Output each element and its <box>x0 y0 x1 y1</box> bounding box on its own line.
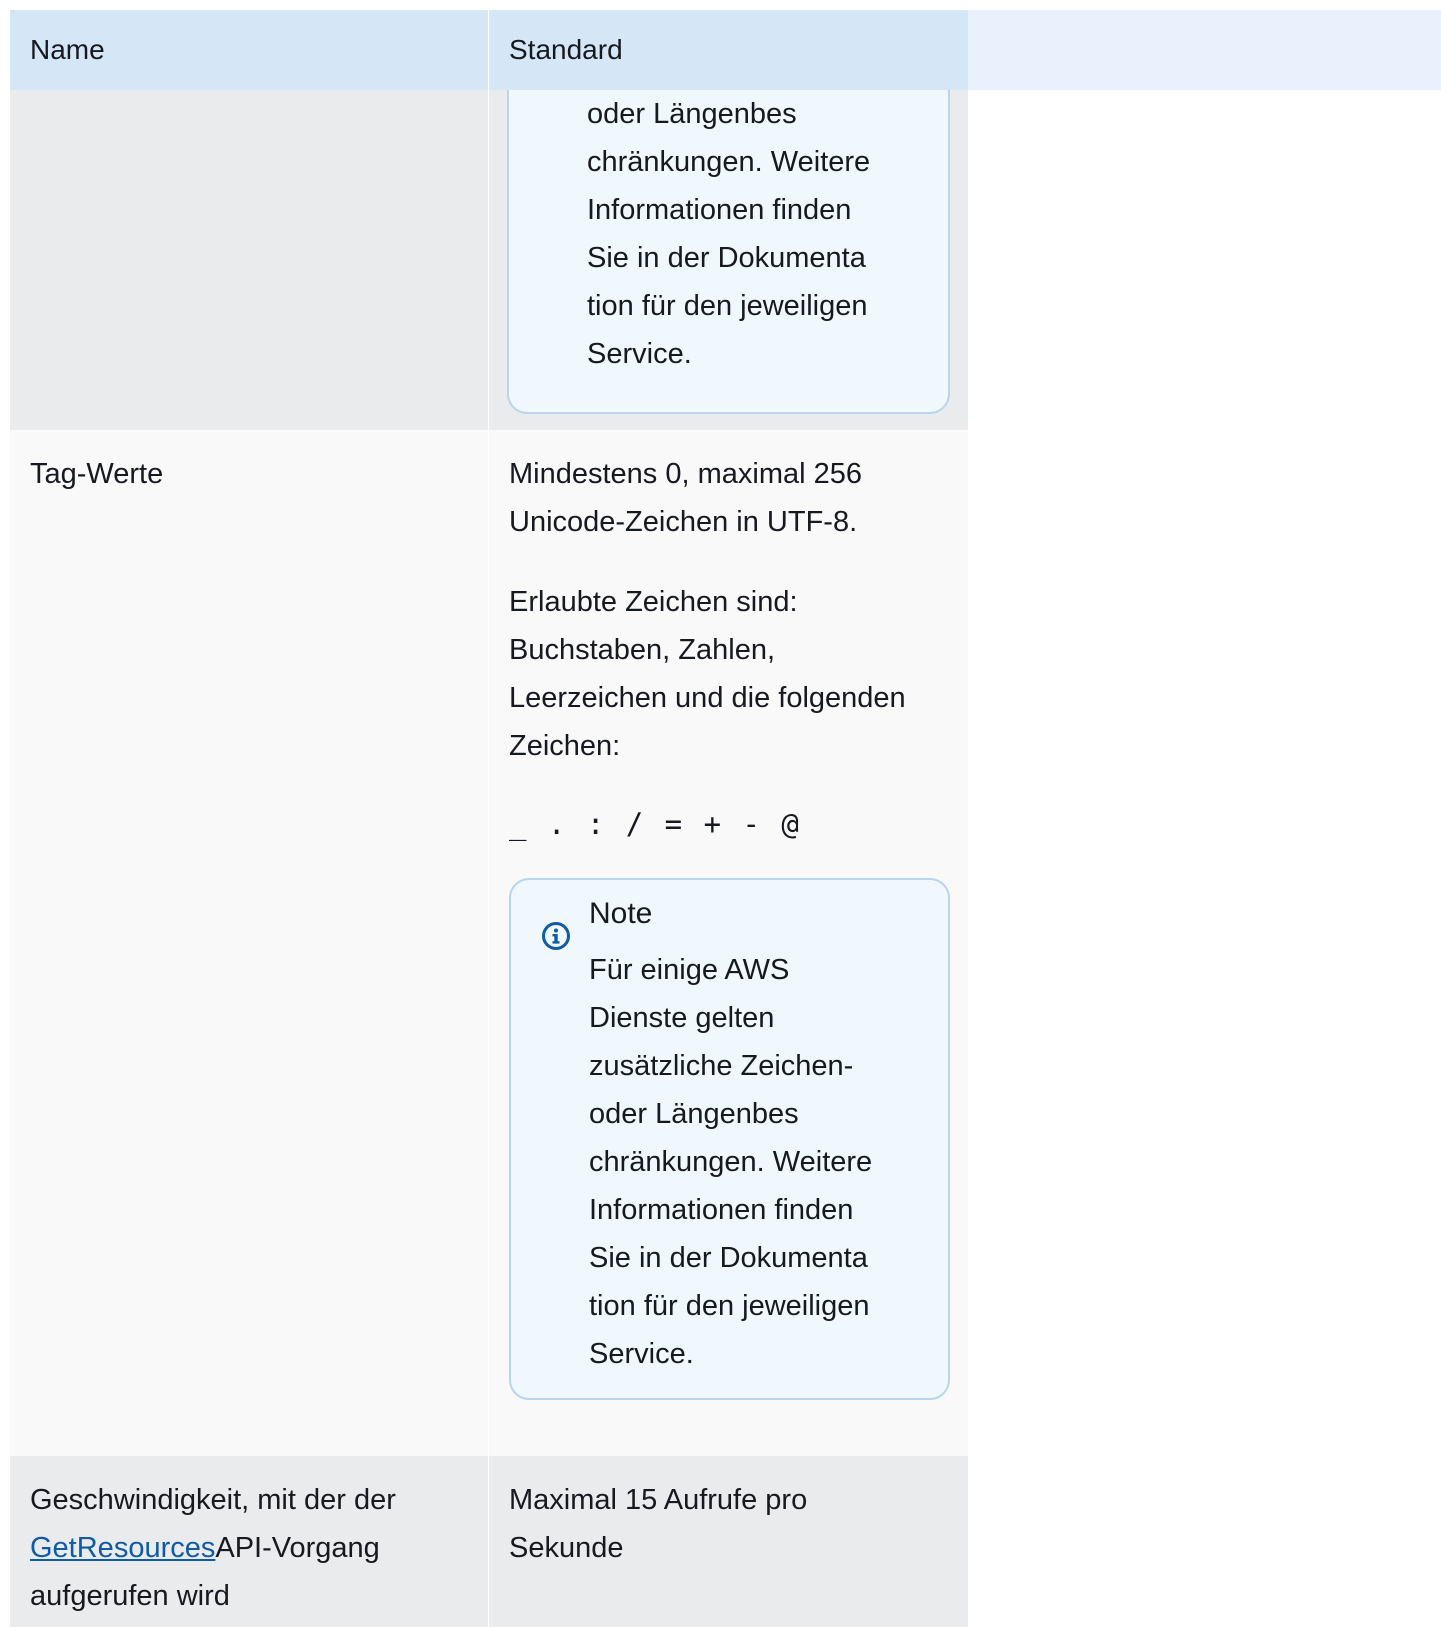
note-text-line: zusätzliche Zeichen- <box>589 1050 854 1082</box>
table-row: Geschwindigkeit, mit der der GetResource… <box>10 1456 1441 1627</box>
table-header: Name Standard <box>10 10 1441 90</box>
table-cell-standard: Maximal 15 Aufrufe pro Sekunde <box>489 1456 968 1627</box>
note-text-line: Sie in der Dokumenta <box>589 1242 868 1274</box>
text-line: Erlaubte Zeichen sind: <box>509 586 798 618</box>
note-text-line: tion für den jeweiligen <box>587 290 868 322</box>
table-cell-standard: oder Längenbes chränkungen. Weitere Info… <box>489 90 968 430</box>
table-cell-name: Geschwindigkeit, mit der der GetResource… <box>10 1456 489 1627</box>
length-description: Mindestens 0, maximal 256 Unicode-Zeiche… <box>509 450 950 546</box>
allowed-characters-code: _ . : / = + - @ <box>509 807 801 841</box>
getresources-link[interactable]: GetResources <box>30 1532 215 1564</box>
note-text-line: oder Längenbes <box>587 98 797 130</box>
table-cell-standard: Mindestens 0, maximal 256 Unicode-Zeiche… <box>489 430 968 1456</box>
header-filler <box>968 10 1441 90</box>
note-text-line: Dienste gelten <box>589 1002 775 1034</box>
page: Name Standard oder Längenbes chränkungen… <box>0 0 1441 1627</box>
table-row: Tag-Werte Mindestens 0, maximal 256 Unic… <box>10 430 1441 1456</box>
text-line: Maximal 15 Aufrufe pro <box>509 1484 808 1516</box>
note-text-line: tion für den jeweiligen <box>589 1290 870 1322</box>
note-text-line: Für einige AWS <box>589 954 790 986</box>
note-text-line: Informationen finden <box>589 1194 854 1226</box>
note-text-line: Informationen finden <box>587 194 852 226</box>
row-name-line: Geschwindigkeit, mit der der <box>30 1484 396 1516</box>
note-text-line: chränkungen. Weitere <box>589 1146 873 1178</box>
note-text-line: oder Längenbes <box>589 1098 799 1130</box>
note-text-line: Sie in der Dokumenta <box>587 242 866 274</box>
limits-table: Name Standard oder Längenbes chränkungen… <box>10 10 1441 1627</box>
note-text-line: chränkungen. Weitere <box>587 146 871 178</box>
row-name-line: aufgerufen wird <box>30 1580 230 1612</box>
text-line: Leerzeichen und die folgenden <box>509 682 906 714</box>
table-cell-name: Tag-Werte <box>10 430 489 1456</box>
column-header-name: Name <box>10 10 489 90</box>
column-header-standard: Standard <box>489 10 968 90</box>
note-title: Note <box>589 897 653 930</box>
text-line: Buchstaben, Zahlen, <box>509 634 776 666</box>
text-line: Zeichen: <box>509 730 621 762</box>
text-line: Sekunde <box>509 1532 624 1564</box>
row-name-line: GetResourcesAPI-Vorgang <box>30 1524 468 1572</box>
row-name: Tag-Werte <box>30 458 164 490</box>
row-name-suffix: API-Vorgang <box>215 1532 380 1564</box>
note-callout: oder Längenbes chränkungen. Weitere Info… <box>507 90 950 414</box>
text-line: Mindestens 0, maximal 256 <box>509 458 862 490</box>
note-text-line: Service. <box>589 1338 694 1370</box>
allowed-chars-description: Erlaubte Zeichen sind: Buchstaben, Zahle… <box>509 578 950 770</box>
table-cell-name <box>10 90 489 430</box>
text-line: Unicode-Zeichen in UTF-8. <box>509 506 858 538</box>
info-icon <box>541 918 571 950</box>
table-row: oder Längenbes chränkungen. Weitere Info… <box>10 90 1441 430</box>
note-text-line: Service. <box>587 338 692 370</box>
note-callout: Note Für einige AWS Dienste gelten zusät… <box>509 878 950 1400</box>
